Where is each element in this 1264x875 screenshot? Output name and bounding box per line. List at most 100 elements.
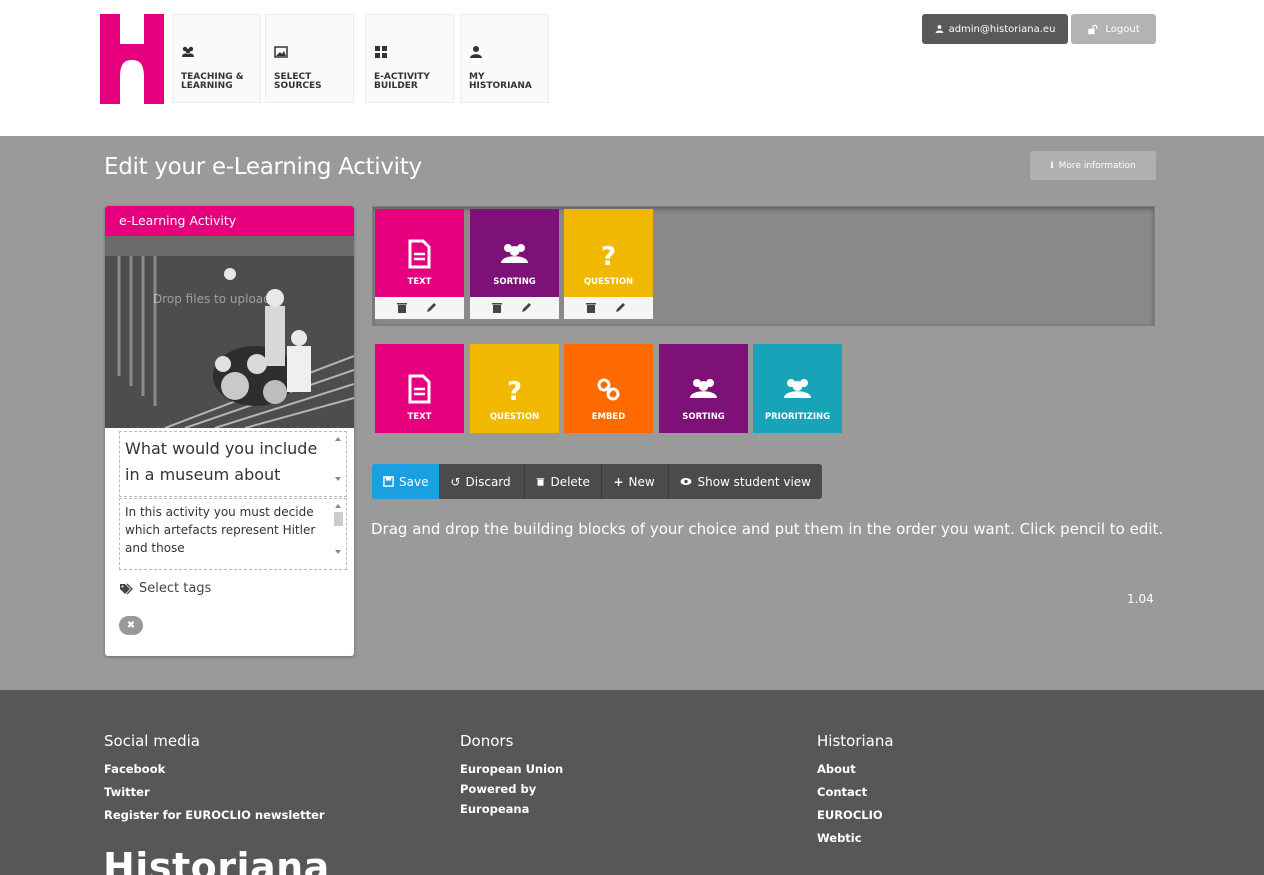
footer-heading: Donors xyxy=(460,732,514,750)
euroclio-link[interactable]: EUROCLIO xyxy=(817,808,894,822)
european-union-link[interactable]: European Union xyxy=(460,762,563,776)
webtic-link[interactable]: Webtic xyxy=(817,831,894,845)
version-label: 1.04 xyxy=(1127,592,1154,606)
about-link[interactable]: About xyxy=(817,762,894,776)
site-footer: Social media Facebook Twitter Register f… xyxy=(0,690,1264,875)
group-icon xyxy=(690,379,717,398)
block-actions xyxy=(375,297,464,319)
more-information-label: More information xyxy=(1058,160,1136,171)
floppy-icon xyxy=(383,476,394,487)
document-icon xyxy=(408,374,431,404)
nav-e-activity-builder[interactable]: E-ACTIVITY BUILDER xyxy=(365,14,454,103)
select-tags[interactable]: Select tags xyxy=(119,581,211,596)
save-button[interactable]: Save xyxy=(372,464,440,499)
pencil-icon[interactable] xyxy=(520,302,532,314)
europeana-link[interactable]: Europeana xyxy=(460,802,563,816)
save-label: Save xyxy=(399,474,429,489)
nav-teaching-learning[interactable]: TEACHING & LEARNING xyxy=(172,14,261,103)
student-view-button[interactable]: Show student view xyxy=(669,464,822,499)
footer-heading: Social media xyxy=(104,732,200,750)
nav-label: TEACHING & LEARNING xyxy=(181,72,244,91)
more-information-button[interactable]: i More information xyxy=(1030,151,1156,180)
account-email: admin@historiana.eu xyxy=(948,23,1056,35)
block-label: TEXT xyxy=(407,277,432,287)
trash-icon xyxy=(537,477,545,486)
newsletter-link[interactable]: Register for EUROCLIO newsletter xyxy=(104,808,325,822)
palette-block-prioritizing[interactable]: PRIORITIZING xyxy=(753,344,842,433)
twitter-link[interactable]: Twitter xyxy=(104,785,325,799)
account-button[interactable]: admin@historiana.eu xyxy=(922,14,1068,44)
drop-files-hint: Drop files to upload xyxy=(153,292,271,306)
selected-block-sorting[interactable]: SORTING xyxy=(470,209,559,319)
historiana-logo[interactable] xyxy=(100,14,164,104)
contact-link[interactable]: Contact xyxy=(817,785,894,799)
tags-icon xyxy=(120,583,133,594)
group-icon xyxy=(501,244,528,263)
document-icon xyxy=(408,239,431,269)
block-actions xyxy=(470,297,559,319)
close-icon: ✖ xyxy=(126,620,136,631)
trash-icon[interactable] xyxy=(585,302,597,314)
activity-description-field[interactable]: In this activity you must decide which a… xyxy=(119,498,347,570)
question-icon: ? xyxy=(601,242,616,269)
activity-title-text: What would you include in a museum about xyxy=(125,439,318,484)
footer-brand: Historiana xyxy=(103,845,330,875)
user-icon xyxy=(470,46,482,58)
site-header: TEACHING & LEARNING SELECT SOURCES E-ACT… xyxy=(0,0,1264,136)
selected-block-text[interactable]: TEXT xyxy=(375,209,464,319)
eye-icon xyxy=(680,478,692,485)
activity-title-field[interactable]: What would you include in a museum about xyxy=(119,431,347,497)
block-label: SORTING xyxy=(682,412,725,422)
scroll-down-icon xyxy=(335,477,341,481)
student-view-label: Show student view xyxy=(697,474,811,489)
activity-card: e-Learning Activity Drop files to upload… xyxy=(105,206,354,656)
description-scrollbar[interactable] xyxy=(333,502,344,566)
undo-icon: ↺ xyxy=(450,474,461,489)
nav-my-historiana[interactable]: MY HISTORIANA xyxy=(460,14,549,103)
unlock-icon xyxy=(1088,24,1098,34)
delete-label: Delete xyxy=(550,474,590,489)
block-actions xyxy=(564,297,653,319)
scroll-up-icon xyxy=(335,504,341,508)
title-scrollbar[interactable] xyxy=(333,435,344,493)
scroll-down-icon xyxy=(335,550,341,554)
new-label: New xyxy=(628,474,655,489)
footer-historiana: Historiana About Contact EUROCLIO Webtic xyxy=(817,732,894,854)
users-icon xyxy=(182,46,194,57)
discard-button[interactable]: ↺ Discard xyxy=(439,464,526,499)
activity-image[interactable]: Drop files to upload xyxy=(105,236,354,428)
delete-button[interactable]: Delete xyxy=(525,464,603,499)
info-icon: i xyxy=(1050,160,1054,171)
trash-icon[interactable] xyxy=(396,302,408,314)
clear-tags-button[interactable]: ✖ xyxy=(119,616,143,635)
block-label: QUESTION xyxy=(489,412,540,422)
pencil-icon[interactable] xyxy=(614,302,626,314)
facebook-link[interactable]: Facebook xyxy=(104,762,325,776)
palette-block-sorting[interactable]: SORTING xyxy=(659,344,748,433)
palette-block-embed[interactable]: EMBED xyxy=(564,344,653,433)
discard-label: Discard xyxy=(465,474,511,489)
palette-block-text[interactable]: TEXT xyxy=(375,344,464,433)
image-icon xyxy=(274,46,288,58)
scroll-thumb[interactable] xyxy=(334,512,343,526)
logout-label: Logout xyxy=(1105,23,1140,35)
activity-description-text: In this activity you must decide which a… xyxy=(125,505,316,555)
plus-icon: + xyxy=(613,474,624,489)
trash-icon[interactable] xyxy=(491,302,503,314)
nav-label: MY HISTORIANA xyxy=(469,72,532,91)
footer-heading: Historiana xyxy=(817,732,894,750)
new-button[interactable]: + New xyxy=(602,464,670,499)
group-icon xyxy=(784,379,811,398)
svg-text:?: ? xyxy=(601,242,616,269)
block-label: TEXT xyxy=(407,412,432,422)
palette-block-question[interactable]: ? QUESTION xyxy=(470,344,559,433)
nav-select-sources[interactable]: SELECT SOURCES xyxy=(265,14,354,103)
pencil-icon[interactable] xyxy=(425,302,437,314)
logout-button[interactable]: Logout xyxy=(1071,14,1156,44)
selected-block-question[interactable]: ? QUESTION xyxy=(564,209,653,319)
block-label: SORTING xyxy=(493,277,536,287)
footer-donors: Donors European Union Powered by Europea… xyxy=(460,732,563,825)
nav-label: SELECT SOURCES xyxy=(274,72,322,91)
svg-text:?: ? xyxy=(507,377,522,404)
block-label: PRIORITIZING xyxy=(764,412,831,422)
